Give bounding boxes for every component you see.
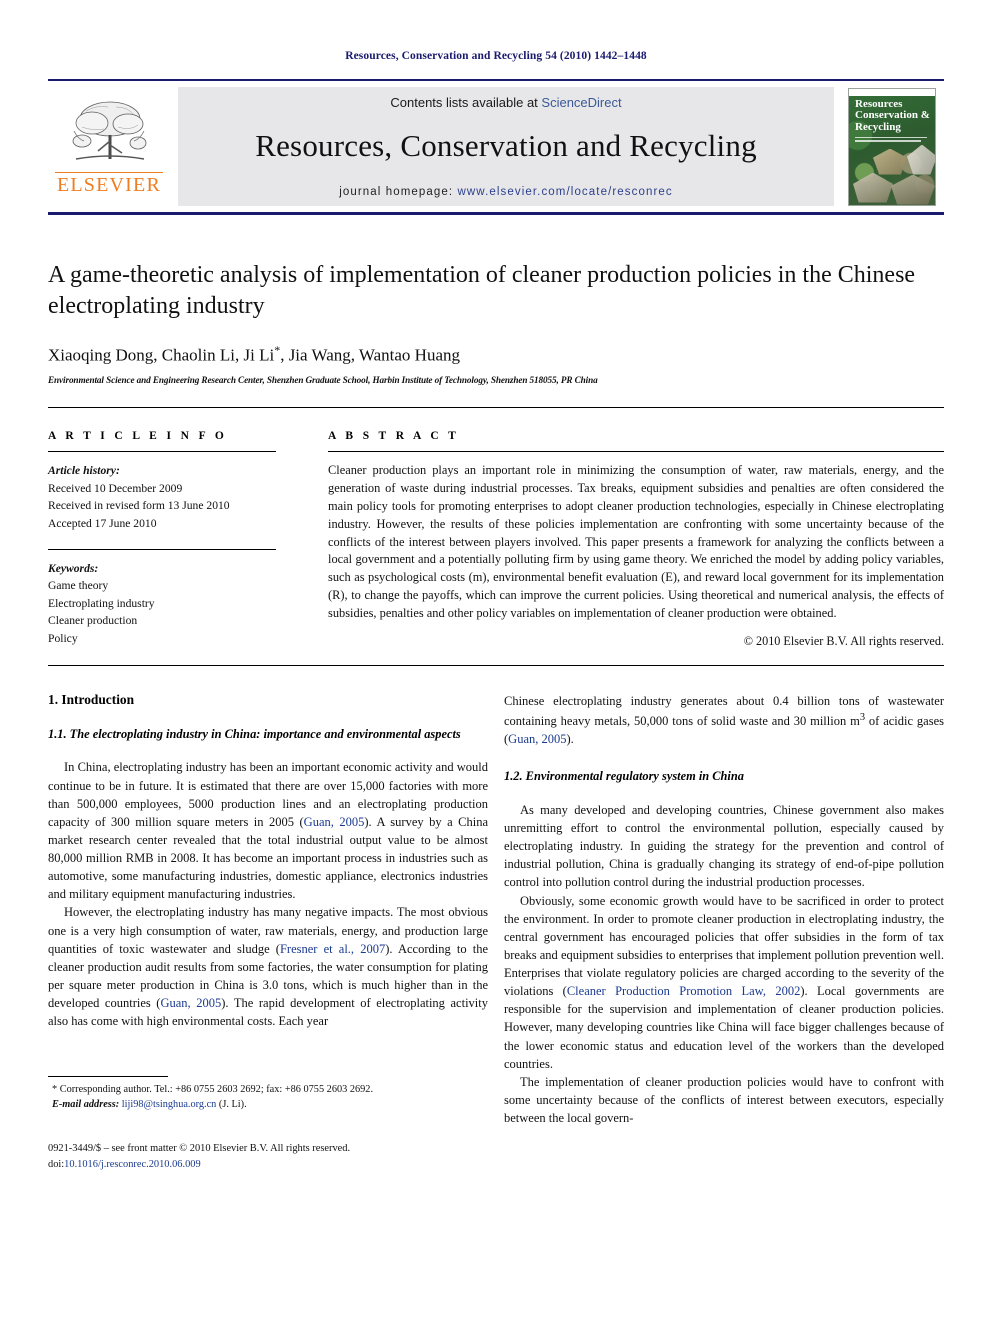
keyword-item: Policy bbox=[48, 631, 78, 645]
contents-prefix: Contents lists available at bbox=[390, 95, 542, 110]
author-list: Xiaoqing Dong, Chaolin Li, Ji Li*, Jia W… bbox=[48, 343, 944, 366]
subsection-heading-1-1: 1.1. The electroplating industry in Chin… bbox=[48, 726, 461, 741]
header-divider bbox=[48, 407, 944, 409]
paragraph: In China, electroplating industry has be… bbox=[48, 758, 488, 903]
elsevier-logo-block: ELSEVIER bbox=[48, 81, 170, 212]
history-item: Received 10 December 2009 bbox=[48, 481, 183, 495]
citation-link[interactable]: Cleaner Production Promotion Law, 2002 bbox=[567, 984, 801, 998]
article-history-label: Article history: bbox=[48, 464, 120, 478]
issn-line: 0921-3449/$ – see front matter © 2010 El… bbox=[48, 1143, 351, 1155]
section-heading-introduction: 1. Introduction bbox=[48, 691, 135, 707]
body-columns: 1. Introduction 1.1. The electroplating … bbox=[48, 692, 944, 1173]
contents-available-line: Contents lists available at ScienceDirec… bbox=[390, 95, 621, 110]
email-footnote: E-mail address: liji98@tsinghua.org.cn (… bbox=[48, 1098, 488, 1113]
history-item: Received in revised form 13 June 2010 bbox=[48, 499, 230, 513]
abstract-copyright: © 2010 Elsevier B.V. All rights reserved… bbox=[743, 633, 944, 648]
article-info-heading: A R T I C L E I N F O bbox=[48, 430, 228, 443]
paragraph: Obviously, some economic growth would ha… bbox=[504, 892, 944, 1073]
email-link[interactable]: liji98@tsinghua.org.cn bbox=[122, 1099, 217, 1110]
keywords-group: Keywords: Game theory Electroplating ind… bbox=[48, 560, 276, 648]
paragraph: Chinese electroplating industry generate… bbox=[504, 692, 944, 749]
cover-title-line-3: Recycling bbox=[855, 120, 901, 133]
citation-link[interactable]: Fresner et al., 2007 bbox=[280, 942, 385, 956]
citation-link[interactable]: Guan, 2005 bbox=[508, 732, 566, 746]
paper-page: Resources, Conservation and Recycling 54… bbox=[0, 0, 992, 1323]
subsection-heading-1-2: 1.2. Environmental regulatory system in … bbox=[504, 769, 744, 784]
article-info-column: A R T I C L E I N F O Article history: R… bbox=[48, 430, 276, 647]
page-title: A game-theoretic analysis of implementat… bbox=[48, 262, 916, 319]
article-history-group: Article history: Received 10 December 20… bbox=[48, 462, 276, 532]
cover-subtitle-lines bbox=[855, 136, 930, 146]
issn-doi-block: 0921-3449/$ – see front matter © 2010 El… bbox=[48, 1141, 488, 1172]
running-head: Resources, Conservation and Recycling 54… bbox=[345, 50, 647, 62]
keywords-label: Keywords: bbox=[48, 561, 99, 575]
info-abstract-row: A R T I C L E I N F O Article history: R… bbox=[48, 430, 944, 649]
doi-label: doi: bbox=[48, 1158, 65, 1170]
corresponding-author-footnote: * Corresponding author. Tel.: +86 0755 2… bbox=[48, 1083, 488, 1113]
email-label: E-mail address: bbox=[52, 1099, 120, 1111]
homepage-url-link[interactable]: www.elsevier.com/locate/resconrec bbox=[458, 186, 673, 198]
divider bbox=[48, 451, 276, 453]
homepage-label: journal homepage: bbox=[339, 186, 454, 198]
abstract-heading: A B S T R A C T bbox=[328, 430, 460, 443]
paragraph-text: Obviously, some economic growth would ha… bbox=[504, 893, 944, 999]
keyword-item: Electroplating industry bbox=[48, 596, 155, 610]
paragraph-text: ). bbox=[566, 732, 574, 747]
citation-link[interactable]: Guan, 2005 bbox=[160, 996, 221, 1010]
abstract-text: Cleaner production plays an important ro… bbox=[328, 463, 944, 620]
journal-cover-thumbnail: Resources Conservation & Recycling bbox=[848, 87, 936, 206]
footnote-divider bbox=[48, 1076, 168, 1078]
journal-masthead: ELSEVIER Contents lists available at Sci… bbox=[48, 79, 944, 215]
cover-title-text: Resources Conservation & Recycling bbox=[855, 97, 931, 134]
paragraph: However, the electroplating industry has… bbox=[48, 903, 488, 1030]
cover-header-strip bbox=[849, 88, 935, 96]
divider bbox=[328, 451, 944, 453]
doi-link[interactable]: 10.1016/j.resconrec.2010.06.009 bbox=[64, 1159, 201, 1170]
journal-cover-block: Resources Conservation & Recycling bbox=[840, 81, 944, 212]
divider bbox=[48, 548, 276, 550]
email-owner: (J. Li). bbox=[218, 1099, 247, 1111]
journal-homepage-line: journal homepage: www.elsevier.com/locat… bbox=[339, 186, 673, 198]
paragraph: As many developed and developing countri… bbox=[504, 802, 944, 890]
keyword-item: Game theory bbox=[48, 579, 109, 593]
affiliation: Environmental Science and Engineering Re… bbox=[48, 375, 598, 386]
title-block: A game-theoretic analysis of implementat… bbox=[48, 260, 944, 385]
elsevier-tree-icon bbox=[72, 101, 147, 160]
authors-names-rest: , Jia Wang, Wantao Huang bbox=[280, 346, 461, 366]
abstract-divider bbox=[48, 664, 944, 666]
keyword-item: Cleaner production bbox=[48, 614, 138, 628]
paragraph: The implementation of cleaner production… bbox=[504, 1074, 944, 1126]
history-item: Accepted 17 June 2010 bbox=[48, 516, 157, 530]
cover-title-line-1: Resources bbox=[855, 97, 903, 110]
journal-title: Resources, Conservation and Recycling bbox=[255, 128, 757, 163]
cover-title-line-2: Conservation & bbox=[855, 109, 930, 122]
doi-line: doi:10.1016/j.resconrec.2010.06.009 bbox=[48, 1157, 488, 1173]
body-column-right: Chinese electroplating industry generate… bbox=[504, 692, 944, 1173]
corresponding-author-text: * Corresponding author. Tel.: +86 0755 2… bbox=[52, 1084, 374, 1096]
abstract-column: A B S T R A C T Cleaner production plays… bbox=[328, 430, 944, 649]
citation-link[interactable]: Guan, 2005 bbox=[304, 815, 365, 829]
authors-names: Xiaoqing Dong, Chaolin Li, Ji Li bbox=[48, 346, 275, 366]
sciencedirect-link[interactable]: ScienceDirect bbox=[541, 95, 621, 110]
body-column-left: 1. Introduction 1.1. The electroplating … bbox=[48, 692, 488, 1173]
elsevier-wordmark: ELSEVIER bbox=[55, 172, 163, 196]
journal-banner: Contents lists available at ScienceDirec… bbox=[178, 87, 834, 206]
